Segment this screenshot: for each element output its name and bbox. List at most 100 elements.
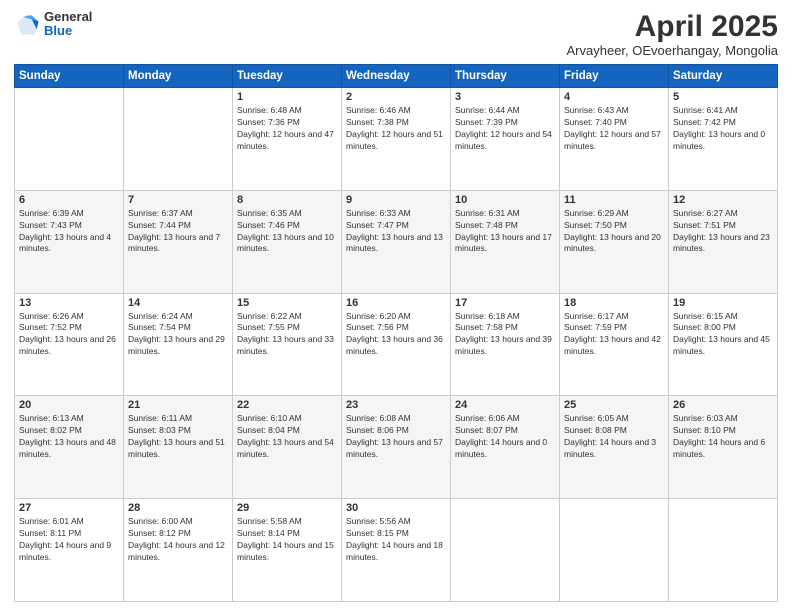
day-info: Sunrise: 6:46 AM Sunset: 7:38 PM Dayligh… (346, 105, 446, 153)
table-row: 12 Sunrise: 6:27 AM Sunset: 7:51 PM Dayli… (669, 190, 778, 293)
col-thursday: Thursday (451, 65, 560, 88)
day-number: 24 (455, 399, 555, 411)
table-row (451, 499, 560, 602)
day-number: 27 (19, 502, 119, 514)
header: General Blue April 2025 Arvayheer, OEvoe… (14, 10, 778, 58)
logo-general-text: General (44, 10, 92, 24)
calendar-week-row: 6 Sunrise: 6:39 AM Sunset: 7:43 PM Daylig… (15, 190, 778, 293)
day-number: 3 (455, 91, 555, 103)
day-info: Sunrise: 6:31 AM Sunset: 7:48 PM Dayligh… (455, 208, 555, 256)
day-number: 21 (128, 399, 228, 411)
table-row: 13Sunrise: 6:26 AM Sunset: 7:52 PM Dayli… (15, 293, 124, 396)
day-number: 8 (237, 194, 337, 206)
day-info: Sunrise: 6:06 AM Sunset: 8:07 PM Dayligh… (455, 413, 555, 461)
day-number: 13 (19, 297, 119, 309)
day-info: Sunrise: 6:35 AM Sunset: 7:46 PM Dayligh… (237, 208, 337, 256)
logo-text: General Blue (44, 10, 92, 39)
day-info: Sunrise: 6:03 AM Sunset: 8:10 PM Dayligh… (673, 413, 773, 461)
day-info: Sunrise: 6:00 AM Sunset: 8:12 PM Dayligh… (128, 516, 228, 564)
day-info: Sunrise: 6:13 AM Sunset: 8:02 PM Dayligh… (19, 413, 119, 461)
day-number: 10 (455, 194, 555, 206)
table-row: 8 Sunrise: 6:35 AM Sunset: 7:46 PM Daylig… (233, 190, 342, 293)
table-row: 6 Sunrise: 6:39 AM Sunset: 7:43 PM Daylig… (15, 190, 124, 293)
table-row: 25 Sunrise: 6:05 AM Sunset: 8:08 PM Dayli… (560, 396, 669, 499)
table-row: 14 Sunrise: 6:24 AM Sunset: 7:54 PM Dayli… (124, 293, 233, 396)
day-number: 2 (346, 91, 446, 103)
table-row (15, 88, 124, 191)
day-info: Sunrise: 5:58 AM Sunset: 8:14 PM Dayligh… (237, 516, 337, 564)
calendar-table: Sunday Monday Tuesday Wednesday Thursday… (14, 64, 778, 602)
day-number: 29 (237, 502, 337, 514)
day-number: 11 (564, 194, 664, 206)
day-info: Sunrise: 6:05 AM Sunset: 8:08 PM Dayligh… (564, 413, 664, 461)
day-info: Sunrise: 6:20 AM Sunset: 7:56 PM Dayligh… (346, 311, 446, 359)
day-number: 17 (455, 297, 555, 309)
logo: General Blue (14, 10, 92, 39)
day-number: 19 (673, 297, 773, 309)
col-monday: Monday (124, 65, 233, 88)
day-info: Sunrise: 6:48 AM Sunset: 7:36 PM Dayligh… (237, 105, 337, 153)
table-row: 17 Sunrise: 6:18 AM Sunset: 7:58 PM Dayli… (451, 293, 560, 396)
month-title: April 2025 (567, 10, 779, 43)
day-info: Sunrise: 6:24 AM Sunset: 7:54 PM Dayligh… (128, 311, 228, 359)
day-number: 6 (19, 194, 119, 206)
day-info: Sunrise: 6:15 AM Sunset: 8:00 PM Dayligh… (673, 311, 773, 359)
table-row: 20Sunrise: 6:13 AM Sunset: 8:02 PM Dayli… (15, 396, 124, 499)
day-info: Sunrise: 5:56 AM Sunset: 8:15 PM Dayligh… (346, 516, 446, 564)
table-row: 29 Sunrise: 5:58 AM Sunset: 8:14 PM Dayli… (233, 499, 342, 602)
table-row: 1 Sunrise: 6:48 AM Sunset: 7:36 PM Daylig… (233, 88, 342, 191)
table-row: 9Sunrise: 6:33 AM Sunset: 7:47 PM Daylig… (342, 190, 451, 293)
day-info: Sunrise: 6:33 AM Sunset: 7:47 PM Dayligh… (346, 208, 446, 256)
col-saturday: Saturday (669, 65, 778, 88)
day-number: 28 (128, 502, 228, 514)
table-row: 27 Sunrise: 6:01 AM Sunset: 8:11 PM Dayli… (15, 499, 124, 602)
logo-icon (14, 10, 42, 38)
table-row: 23 Sunrise: 6:08 AM Sunset: 8:06 PM Dayli… (342, 396, 451, 499)
table-row: 18 Sunrise: 6:17 AM Sunset: 7:59 PM Dayli… (560, 293, 669, 396)
table-row: 19 Sunrise: 6:15 AM Sunset: 8:00 PM Dayli… (669, 293, 778, 396)
table-row: 10 Sunrise: 6:31 AM Sunset: 7:48 PM Dayli… (451, 190, 560, 293)
table-row (669, 499, 778, 602)
day-number: 14 (128, 297, 228, 309)
day-number: 1 (237, 91, 337, 103)
calendar-week-row: 20Sunrise: 6:13 AM Sunset: 8:02 PM Dayli… (15, 396, 778, 499)
day-info: Sunrise: 6:41 AM Sunset: 7:42 PM Dayligh… (673, 105, 773, 153)
table-row: 15Sunrise: 6:22 AM Sunset: 7:55 PM Dayli… (233, 293, 342, 396)
day-info: Sunrise: 6:18 AM Sunset: 7:58 PM Dayligh… (455, 311, 555, 359)
col-friday: Friday (560, 65, 669, 88)
day-number: 22 (237, 399, 337, 411)
table-row: 28 Sunrise: 6:00 AM Sunset: 8:12 PM Dayli… (124, 499, 233, 602)
table-row: 16Sunrise: 6:20 AM Sunset: 7:56 PM Dayli… (342, 293, 451, 396)
location-subtitle: Arvayheer, OEvoerhangay, Mongolia (567, 43, 779, 58)
calendar-week-row: 13Sunrise: 6:26 AM Sunset: 7:52 PM Dayli… (15, 293, 778, 396)
day-number: 23 (346, 399, 446, 411)
day-info: Sunrise: 6:08 AM Sunset: 8:06 PM Dayligh… (346, 413, 446, 461)
day-number: 4 (564, 91, 664, 103)
day-info: Sunrise: 6:10 AM Sunset: 8:04 PM Dayligh… (237, 413, 337, 461)
day-number: 30 (346, 502, 446, 514)
day-number: 12 (673, 194, 773, 206)
logo-blue-text: Blue (44, 24, 92, 38)
table-row (124, 88, 233, 191)
day-info: Sunrise: 6:01 AM Sunset: 8:11 PM Dayligh… (19, 516, 119, 564)
day-number: 26 (673, 399, 773, 411)
day-number: 25 (564, 399, 664, 411)
calendar-week-row: 1 Sunrise: 6:48 AM Sunset: 7:36 PM Daylig… (15, 88, 778, 191)
table-row: 30 Sunrise: 5:56 AM Sunset: 8:15 PM Dayli… (342, 499, 451, 602)
page: General Blue April 2025 Arvayheer, OEvoe… (0, 0, 792, 612)
table-row: 2 Sunrise: 6:46 AM Sunset: 7:38 PM Daylig… (342, 88, 451, 191)
day-number: 15 (237, 297, 337, 309)
day-info: Sunrise: 6:39 AM Sunset: 7:43 PM Dayligh… (19, 208, 119, 256)
day-number: 5 (673, 91, 773, 103)
table-row: 24 Sunrise: 6:06 AM Sunset: 8:07 PM Dayli… (451, 396, 560, 499)
day-info: Sunrise: 6:29 AM Sunset: 7:50 PM Dayligh… (564, 208, 664, 256)
calendar-week-row: 27 Sunrise: 6:01 AM Sunset: 8:11 PM Dayli… (15, 499, 778, 602)
day-info: Sunrise: 6:27 AM Sunset: 7:51 PM Dayligh… (673, 208, 773, 256)
col-wednesday: Wednesday (342, 65, 451, 88)
day-info: Sunrise: 6:17 AM Sunset: 7:59 PM Dayligh… (564, 311, 664, 359)
day-number: 7 (128, 194, 228, 206)
day-info: Sunrise: 6:43 AM Sunset: 7:40 PM Dayligh… (564, 105, 664, 153)
table-row: 5 Sunrise: 6:41 AM Sunset: 7:42 PM Daylig… (669, 88, 778, 191)
table-row (560, 499, 669, 602)
day-number: 18 (564, 297, 664, 309)
